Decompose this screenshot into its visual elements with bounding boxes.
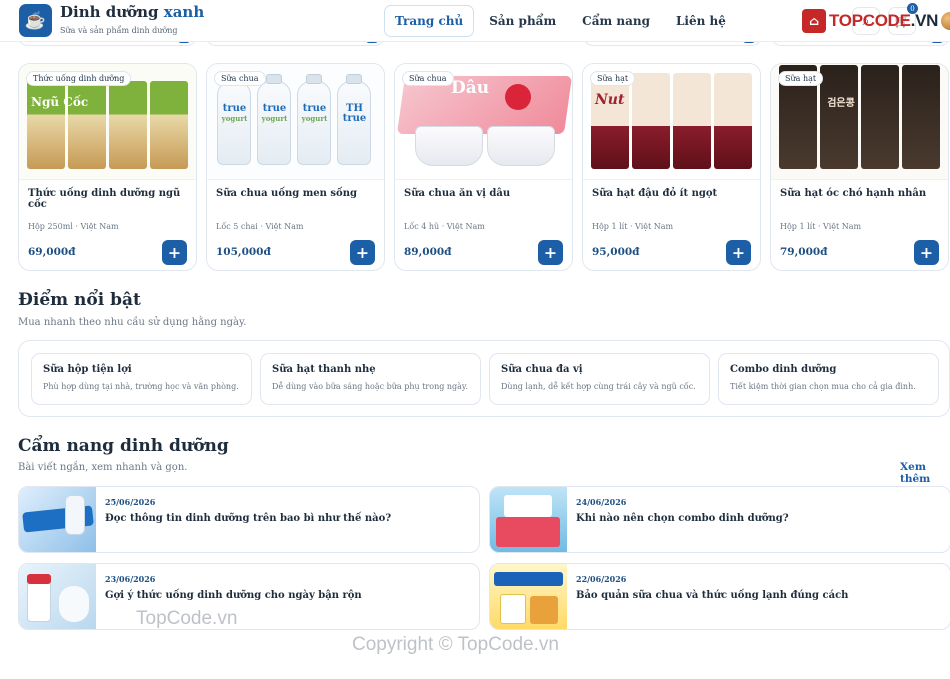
product-meta: Hộp 1 lít · Việt Nam — [780, 222, 862, 231]
product-name: Thức uống dinh dưỡng ngũ cốc — [28, 188, 181, 210]
product-grid: Thức uống dinh dưỡng Ngũ Cốc Thức uống d… — [18, 63, 949, 271]
add-to-cart-button[interactable]: + — [538, 240, 563, 265]
article-date: 25/06/2026 — [105, 497, 156, 507]
product-tag: Thức uống dinh dưỡng — [26, 71, 132, 86]
highlight-title: Sữa hộp tiện lợi — [43, 364, 132, 375]
plus-icon: + — [543, 243, 558, 262]
highlight-desc: Phù hợp dùng tại nhà, trường học và văn … — [43, 382, 239, 391]
watermark-text: TopCode.vn — [136, 608, 238, 629]
product-card[interactable]: Thức uống dinh dưỡng Ngũ Cốc Thức uống d… — [18, 63, 197, 271]
product-name: Sữa hạt đậu đỏ ít ngọt — [592, 188, 718, 199]
watermark-logo-icon: ⌂ — [802, 9, 826, 33]
article-title: Gợi ý thức uống dinh dưỡng cho ngày bận … — [105, 590, 362, 601]
guide-subtitle: Bài viết ngắn, xem nhanh và gọn. — [18, 462, 188, 473]
product-price: 79,000đ — [780, 246, 828, 258]
product-image: Sữa chua true yogurt true yogurt true yogur… — [207, 64, 384, 180]
product-card[interactable]: Sữa hạt 검은콩 Sữa hạt óc chó hạnh nhân Hộp… — [770, 63, 949, 271]
highlight-desc: Dùng lạnh, dễ kết hợp cùng trái cây và n… — [501, 382, 696, 391]
plus-icon: + — [731, 243, 746, 262]
product-card[interactable]: Sữa chua true yogurt true yogurt true yogur… — [206, 63, 385, 271]
product-tag: Sữa chua — [214, 71, 266, 86]
product-name: Sữa hạt óc chó hạnh nhân — [780, 188, 927, 199]
highlights-subtitle: Mua nhanh theo nhu cầu sử dụng hằng ngày… — [18, 317, 247, 328]
product-card[interactable]: Sữa hạt Nut Sữa hạt đậu đỏ ít ngọt Hộp 1… — [582, 63, 761, 271]
article-card[interactable]: 25/06/2026 Đọc thông tin dinh dưỡng trên… — [18, 486, 480, 553]
product-price: 95,000đ — [592, 246, 640, 258]
product-tag: Sữa hạt — [778, 71, 824, 86]
article-card[interactable]: 23/06/2026 Gợi ý thức uống dinh dưỡng ch… — [18, 563, 480, 630]
highlights-panel: Sữa hộp tiện lợi Phù hợp dùng tại nhà, t… — [18, 340, 950, 417]
highlight-item[interactable]: Sữa hộp tiện lợi Phù hợp dùng tại nhà, t… — [31, 353, 252, 405]
product-meta: Lốc 5 chai · Việt Nam — [216, 222, 304, 231]
product-art-label: Nut — [595, 92, 625, 108]
watermark-ball-icon — [941, 12, 950, 30]
product-image: Sữa hạt 검은콩 — [771, 64, 948, 180]
add-to-cart-button[interactable]: + — [350, 240, 375, 265]
brand-name[interactable]: Dinh dưỡng xanh — [60, 3, 204, 21]
article-card[interactable]: 24/06/2026 Khi nào nên chọn combo dinh d… — [489, 486, 950, 553]
highlight-title: Combo dinh dưỡng — [730, 364, 837, 375]
product-name: Sữa chua ăn vị dâu — [404, 188, 511, 199]
highlight-item[interactable]: Combo dinh dưỡng Tiết kiệm thời gian chọ… — [718, 353, 939, 405]
product-art-label: Ngũ Cốc — [31, 95, 89, 109]
guide-title: Cẩm nang dinh dưỡng — [18, 436, 229, 456]
copyright-watermark: Copyright © TopCode.vn — [352, 634, 559, 655]
article-date: 24/06/2026 — [576, 497, 627, 507]
article-thumbnail — [19, 564, 96, 629]
article-title: Khi nào nên chọn combo dinh dưỡng? — [576, 513, 789, 524]
article-card[interactable]: 22/06/2026 Bảo quản sữa chua và thức uốn… — [489, 563, 950, 630]
topcode-watermark-logo: ⌂ TOPCODE.VN — [802, 9, 950, 33]
highlight-title: Sữa chua đa vị — [501, 364, 583, 375]
product-image: Thức uống dinh dưỡng Ngũ Cốc — [19, 64, 196, 180]
add-to-cart-button[interactable]: + — [726, 240, 751, 265]
add-to-cart-button[interactable]: + — [914, 240, 939, 265]
product-price: 105,000đ — [216, 246, 271, 258]
product-tag: Sữa hạt — [590, 71, 636, 86]
article-date: 23/06/2026 — [105, 574, 156, 584]
plus-icon: + — [919, 243, 934, 262]
main-nav: Trang chủ Sản phẩm Cẩm nang Liên hệ — [384, 5, 737, 37]
product-price: 89,000đ — [404, 246, 452, 258]
article-thumbnail — [490, 487, 567, 552]
highlight-item[interactable]: Sữa chua đa vị Dùng lạnh, dễ kết hợp cùn… — [489, 353, 710, 405]
product-art-label: Dâu — [451, 78, 490, 98]
product-name: Sữa chua uống men sống — [216, 188, 357, 199]
product-meta: Lốc 4 hũ · Việt Nam — [404, 222, 485, 231]
highlight-desc: Dễ dùng vào bữa sáng hoặc bữa phụ trong … — [272, 382, 468, 391]
article-title: Bảo quản sữa chua và thức uống lạnh đúng… — [576, 590, 849, 601]
nav-guide[interactable]: Cẩm nang — [571, 5, 661, 37]
brand-main: Dinh dưỡng — [60, 3, 164, 21]
article-title: Đọc thông tin dinh dưỡng trên bao bì như… — [105, 513, 392, 524]
article-date: 22/06/2026 — [576, 574, 627, 584]
article-thumbnail — [19, 487, 96, 552]
nav-home[interactable]: Trang chủ — [384, 5, 475, 37]
site-header: ☕ Dinh dưỡng xanh Sữa và sản phẩm dinh d… — [0, 0, 950, 42]
plus-icon: + — [167, 243, 182, 262]
product-meta: Hộp 250ml · Việt Nam — [28, 222, 119, 231]
product-image: Sữa hạt Nut — [583, 64, 760, 180]
highlight-desc: Tiết kiệm thời gian chọn mua cho cả gia … — [730, 382, 916, 391]
article-thumbnail — [490, 564, 567, 629]
product-art-label: TH true — [342, 103, 367, 124]
nav-contact[interactable]: Liên hệ — [665, 5, 737, 37]
product-tag: Sữa chua — [402, 71, 454, 86]
plus-icon: + — [355, 243, 370, 262]
nav-products[interactable]: Sản phẩm — [478, 5, 567, 37]
product-price: 69,000đ — [28, 246, 76, 258]
product-meta: Hộp 1 lít · Việt Nam — [592, 222, 674, 231]
product-art-label: 검은콩 — [827, 98, 855, 109]
highlight-title: Sữa hạt thanh nhẹ — [272, 364, 376, 375]
brand-accent: xanh — [163, 3, 205, 21]
watermark-logo-text: TOPCODE.VN — [829, 11, 939, 30]
product-card[interactable]: Sữa chua Dâu Sữa chua ăn vị dâu Lốc 4 hũ… — [394, 63, 573, 271]
coffee-cup-icon[interactable]: ☕ — [19, 4, 52, 37]
add-to-cart-button[interactable]: + — [162, 240, 187, 265]
highlight-item[interactable]: Sữa hạt thanh nhẹ Dễ dùng vào bữa sáng h… — [260, 353, 481, 405]
product-image: Sữa chua Dâu — [395, 64, 572, 180]
brand-tagline: Sữa và sản phẩm dinh dưỡng — [60, 26, 178, 35]
see-more-link[interactable]: Xem thêm — [900, 461, 950, 485]
highlights-title: Điểm nổi bật — [18, 290, 141, 310]
